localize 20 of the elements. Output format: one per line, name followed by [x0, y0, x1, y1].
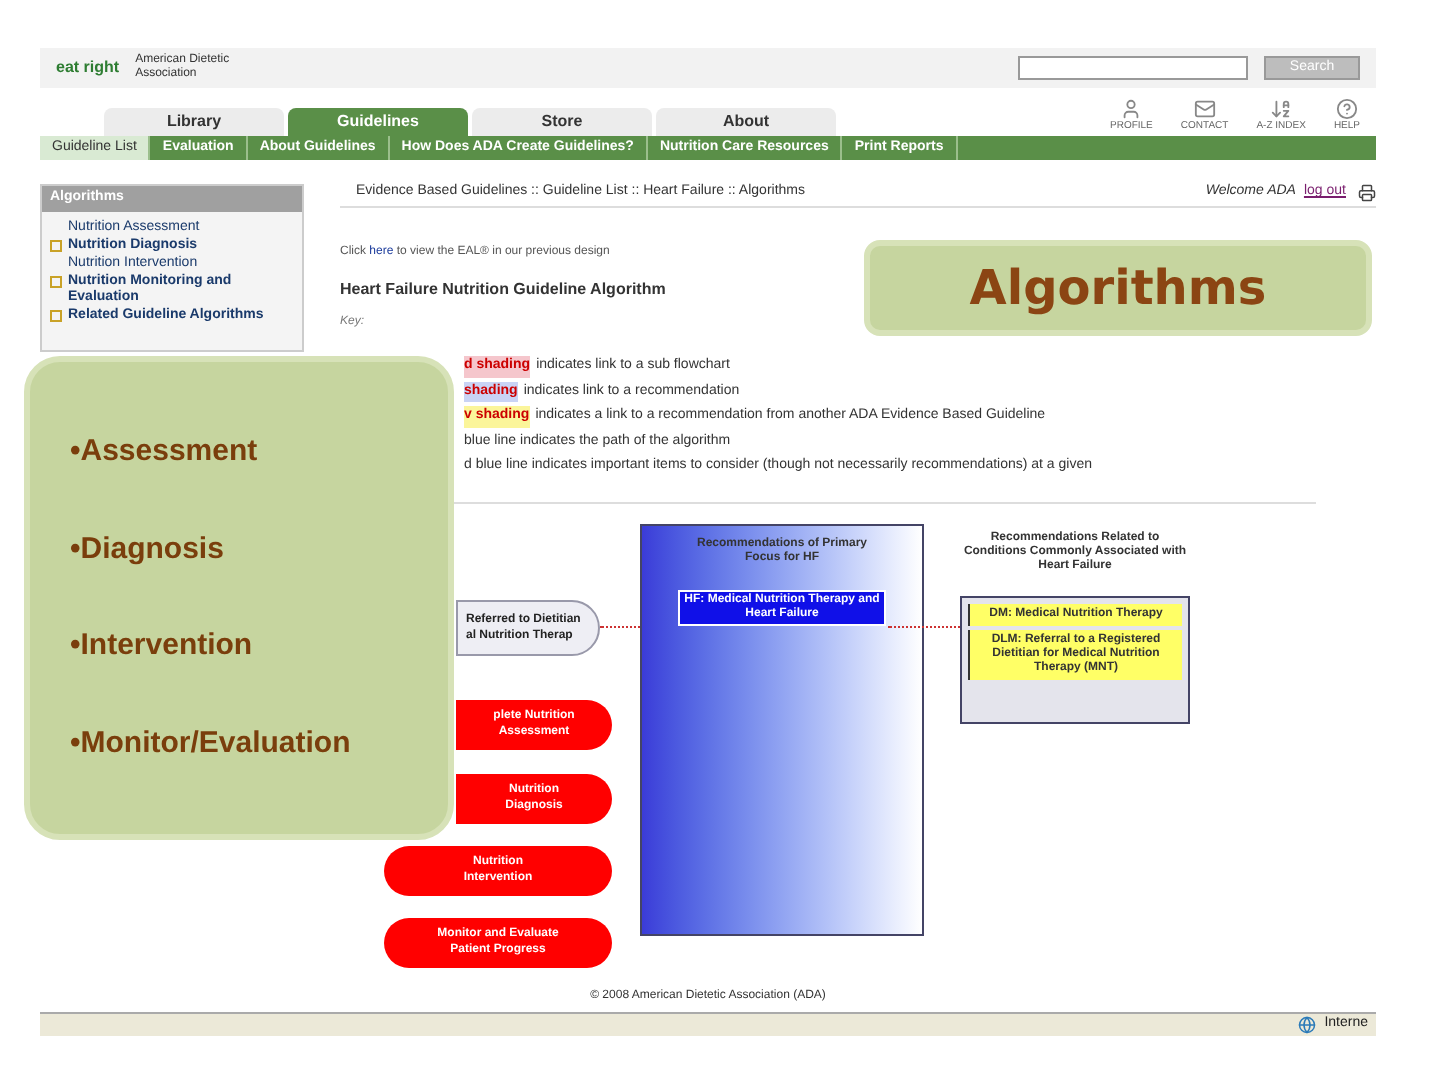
expand-icon[interactable] [50, 276, 62, 288]
printer-icon[interactable] [1358, 184, 1376, 202]
nav-tab[interactable]: Store [472, 108, 652, 136]
expand-icon[interactable] [50, 310, 62, 322]
globe-icon [1298, 1016, 1317, 1034]
slide-bullet: •Diagnosis [70, 529, 226, 569]
help-icon[interactable] [1335, 97, 1358, 119]
nav-tab[interactable]: About [656, 108, 836, 136]
expand-icon[interactable] [50, 240, 62, 252]
slide-bullet: •Intervention [70, 626, 255, 666]
slide-bullet: •Assessment [70, 432, 260, 472]
site-logo[interactable]: eat right [56, 60, 120, 76]
nav-tab[interactable]: Guidelines [288, 108, 468, 136]
mail-icon[interactable] [1193, 97, 1216, 119]
search-field[interactable] [1018, 56, 1248, 80]
person-icon[interactable] [1120, 97, 1143, 119]
slide-bullet: •Monitor/Evaluation [70, 723, 353, 763]
sort-icon[interactable] [1270, 97, 1293, 119]
slide-title: Algorithms [969, 258, 1267, 320]
nav-tab[interactable]: Library [104, 108, 284, 136]
